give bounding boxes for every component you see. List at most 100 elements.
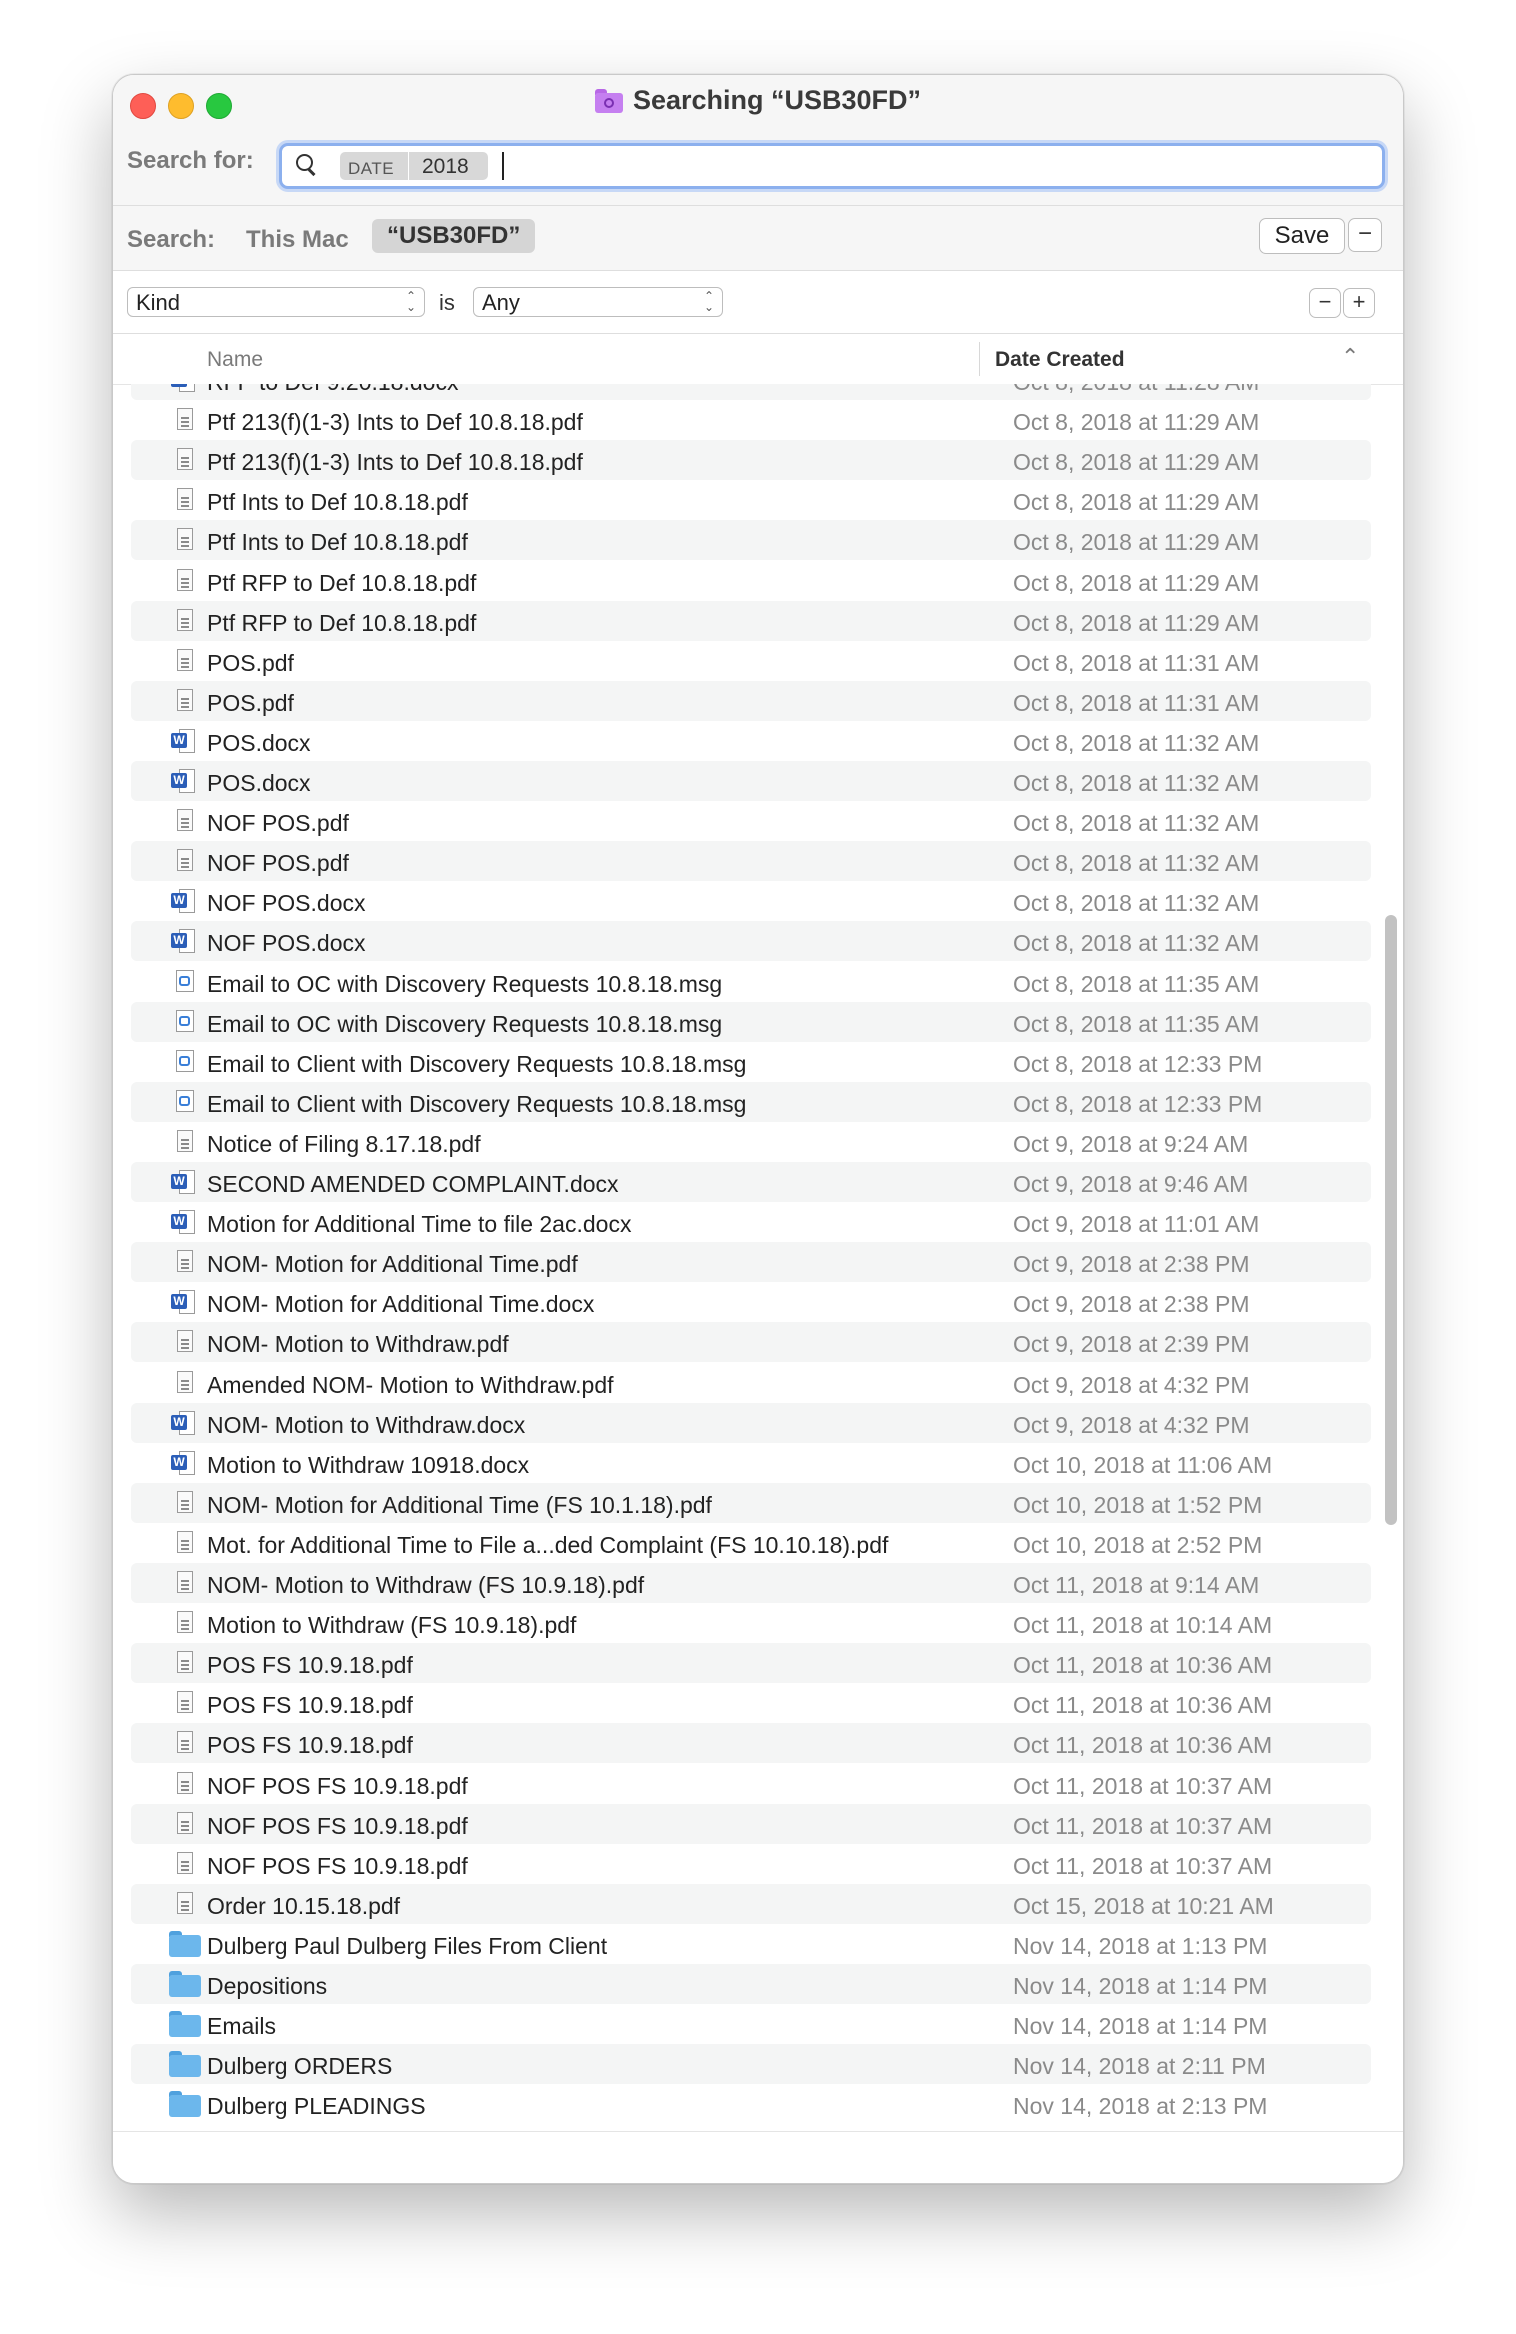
file-row[interactable]: W NOM- Motion for Additional Time.docx Oct… — [131, 1282, 1371, 1322]
file-date-created: Oct 8, 2018 at 11:35 AM — [1013, 1010, 1260, 1037]
file-date-created: Oct 8, 2018 at 11:29 AM — [1013, 449, 1260, 476]
file-row[interactable]: Mot. for Additional Time to File a...ded… — [131, 1523, 1371, 1563]
file-row[interactable]: Ptf 213(f)(1-3) Ints to Def 10.8.18.pdf O… — [131, 440, 1371, 481]
word-document-icon: W — [171, 1410, 197, 1435]
file-row[interactable]: NOM- Motion to Withdraw (FS 10.9.18).pdf… — [131, 1563, 1371, 1603]
save-button[interactable]: Save — [1259, 218, 1345, 254]
file-row[interactable]: W RFP to Def 9.20.18.docx Oct 8, 2018 at 1… — [131, 384, 1371, 400]
pdf-file-icon — [177, 648, 193, 671]
popup-chevron-icon: ⌃ ⌄ — [703, 289, 714, 314]
file-name: Depositions — [207, 1973, 328, 1999]
file-row[interactable]: NOF POS.pdf Oct 8, 2018 at 11:32 AM — [131, 841, 1371, 882]
file-date-created: Oct 9, 2018 at 4:32 PM — [1013, 1411, 1250, 1438]
file-row[interactable]: Ptf Ints to Def 10.8.18.pdf Oct 8, 2018 a… — [131, 520, 1371, 561]
file-name: POS.pdf — [207, 649, 294, 676]
file-row[interactable]: Dulberg Paul Dulberg Files From Client No… — [131, 1924, 1371, 1964]
scope-current-volume[interactable]: “USB30FD” — [372, 219, 536, 253]
scope-this-mac[interactable]: This Mac — [246, 226, 349, 254]
file-row[interactable]: NOF POS.pdf Oct 8, 2018 at 11:32 AM — [131, 801, 1371, 841]
file-row[interactable]: Motion to Withdraw (FS 10.9.18).pdf Oct 1… — [131, 1603, 1371, 1643]
file-date-created: Oct 9, 2018 at 2:38 PM — [1013, 1251, 1250, 1278]
file-row[interactable]: Ptf RFP to Def 10.8.18.pdf Oct 8, 2018 at… — [131, 600, 1371, 641]
file-date-created: Oct 9, 2018 at 2:38 PM — [1013, 1291, 1250, 1318]
file-name: NOF POS FS 10.9.18.pdf — [207, 1852, 468, 1879]
file-row[interactable]: W SECOND AMENDED COMPLAINT.docx Oct 9, 201… — [131, 1162, 1371, 1202]
search-criteria-row: Kind ⌃ ⌄ is Any ⌃ ⌄ − + — [113, 271, 1403, 334]
vertical-scrollbar[interactable] — [1385, 915, 1397, 1525]
pdf-file-icon — [177, 1330, 193, 1353]
sort-ascending-icon[interactable]: ⌃ — [1341, 344, 1359, 370]
file-name: NOM- Motion to Withdraw.docx — [207, 1411, 526, 1438]
file-row[interactable]: Email to Client with Discovery Requests … — [131, 1042, 1371, 1082]
date-created-column-header[interactable]: Date Created — [995, 348, 1125, 372]
file-date-created: Oct 8, 2018 at 11:35 AM — [1013, 970, 1260, 997]
file-row[interactable]: W NOF POS.docx Oct 8, 2018 at 11:32 AM — [131, 921, 1371, 962]
file-row[interactable]: Amended NOM- Motion to Withdraw.pdf Oct 9… — [131, 1363, 1371, 1403]
file-row[interactable]: NOF POS FS 10.9.18.pdf Oct 11, 2018 at 10… — [131, 1803, 1371, 1844]
search-for-label: Search for: — [127, 147, 254, 174]
file-row[interactable]: NOF POS FS 10.9.18.pdf Oct 11, 2018 at 10… — [131, 1844, 1371, 1884]
file-row[interactable]: Dulberg ORDERS Nov 14, 2018 at 2:11 PM — [131, 2044, 1371, 2085]
file-row[interactable]: POS FS 10.9.18.pdf Oct 11, 2018 at 10:36 … — [131, 1683, 1371, 1723]
file-row[interactable]: W POS.docx Oct 8, 2018 at 11:32 AM — [131, 721, 1371, 761]
file-name: Motion to Withdraw 10918.docx — [207, 1451, 530, 1478]
file-row[interactable]: W NOF POS.docx Oct 8, 2018 at 11:32 AM — [131, 881, 1371, 921]
file-row[interactable]: Dulberg PLEADINGS Nov 14, 2018 at 2:13 PM — [131, 2084, 1371, 2124]
file-name: Email to OC with Discovery Requests 10.8… — [207, 1010, 723, 1037]
attribute-popup[interactable]: Kind ⌃ ⌄ — [127, 287, 425, 317]
file-row[interactable]: W Motion for Additional Time to file 2ac.… — [131, 1202, 1371, 1242]
file-name: Motion to Withdraw (FS 10.9.18).pdf — [207, 1612, 577, 1639]
file-name: NOF POS.docx — [207, 890, 366, 917]
file-date-created: Oct 8, 2018 at 11:28 AM — [1013, 384, 1259, 396]
search-input[interactable]: DATE 2018 — [279, 143, 1385, 189]
file-row[interactable]: Emails Nov 14, 2018 at 1:14 PM — [131, 2004, 1371, 2044]
file-date-created: Nov 14, 2018 at 1:14 PM — [1013, 2013, 1268, 2040]
file-name: POS.docx — [207, 770, 311, 796]
pdf-file-icon — [177, 1691, 193, 1714]
file-date-created: Oct 11, 2018 at 10:14 AM — [1013, 1612, 1273, 1639]
file-row[interactable]: Email to OC with Discovery Requests 10.8… — [131, 1001, 1371, 1042]
file-row[interactable]: Order 10.15.18.pdf Oct 15, 2018 at 10:21 … — [131, 1883, 1371, 1924]
file-name: Dulberg Paul Dulberg Files From Client — [207, 1932, 608, 1959]
name-column-header[interactable]: Name — [207, 348, 263, 372]
remove-criterion-button[interactable]: − — [1309, 288, 1341, 318]
file-row[interactable]: NOF POS FS 10.9.18.pdf Oct 11, 2018 at 10… — [131, 1764, 1371, 1804]
pdf-file-icon — [177, 1129, 193, 1152]
value-popup[interactable]: Any ⌃ ⌄ — [473, 287, 723, 317]
file-row[interactable]: W Motion to Withdraw 10918.docx Oct 10, 20… — [131, 1443, 1371, 1483]
file-row[interactable]: Ptf RFP to Def 10.8.18.pdf Oct 8, 2018 at… — [131, 561, 1371, 601]
file-date-created: Oct 11, 2018 at 10:36 AM — [1013, 1732, 1273, 1759]
file-name: Ptf Ints to Def 10.8.18.pdf — [207, 529, 468, 556]
file-date-created: Oct 9, 2018 at 4:32 PM — [1013, 1371, 1250, 1398]
finder-search-window: Searching “USB30FD” Search for: DATE 201… — [112, 74, 1404, 2184]
remove-search-button[interactable]: − — [1348, 218, 1382, 252]
add-criterion-button[interactable]: + — [1343, 288, 1375, 318]
file-row[interactable]: Email to Client with Discovery Requests … — [131, 1081, 1371, 1122]
file-row[interactable]: POS.pdf Oct 8, 2018 at 11:31 AM — [131, 641, 1371, 681]
file-row[interactable]: W NOM- Motion to Withdraw.docx Oct 9, 2018… — [131, 1402, 1371, 1443]
file-date-created: Oct 9, 2018 at 11:01 AM — [1013, 1211, 1260, 1238]
file-row[interactable]: Depositions Nov 14, 2018 at 1:14 PM — [131, 1964, 1371, 2004]
file-row[interactable]: Email to OC with Discovery Requests 10.8… — [131, 962, 1371, 1002]
file-row[interactable]: Ptf Ints to Def 10.8.18.pdf Oct 8, 2018 a… — [131, 480, 1371, 520]
pdf-file-icon — [177, 1731, 193, 1754]
file-row[interactable]: Notice of Filing 8.17.18.pdf Oct 9, 2018 … — [131, 1122, 1371, 1162]
file-row[interactable]: POS.pdf Oct 8, 2018 at 11:31 AM — [131, 680, 1371, 721]
file-row[interactable]: NOM- Motion to Withdraw.pdf Oct 9, 2018 a… — [131, 1322, 1371, 1363]
file-name: Order 10.15.18.pdf — [207, 1892, 401, 1919]
file-row[interactable]: Ptf 213(f)(1-3) Ints to Def 10.8.18.pdf O… — [131, 400, 1371, 440]
column-divider[interactable] — [979, 342, 980, 376]
file-name: NOF POS FS 10.9.18.pdf — [207, 1812, 468, 1839]
file-name: POS FS 10.9.18.pdf — [207, 1732, 413, 1759]
file-row[interactable]: POS FS 10.9.18.pdf Oct 11, 2018 at 10:36 … — [131, 1643, 1371, 1684]
file-name: Dulberg PLEADINGS — [207, 2093, 426, 2120]
file-row[interactable]: NOM- Motion for Additional Time (FS 10.1… — [131, 1482, 1371, 1523]
file-row[interactable]: POS FS 10.9.18.pdf Oct 11, 2018 at 10:36 … — [131, 1723, 1371, 1764]
search-token-date[interactable]: DATE 2018 — [340, 152, 488, 180]
file-date-created: Oct 9, 2018 at 2:39 PM — [1013, 1331, 1250, 1358]
pdf-file-icon — [177, 488, 193, 511]
file-row[interactable]: W POS.docx Oct 8, 2018 at 11:32 AM — [131, 761, 1371, 801]
search-icon — [296, 154, 316, 176]
file-date-created: Oct 8, 2018 at 11:32 AM — [1013, 729, 1260, 756]
file-row[interactable]: NOM- Motion for Additional Time.pdf Oct 9… — [131, 1242, 1371, 1283]
